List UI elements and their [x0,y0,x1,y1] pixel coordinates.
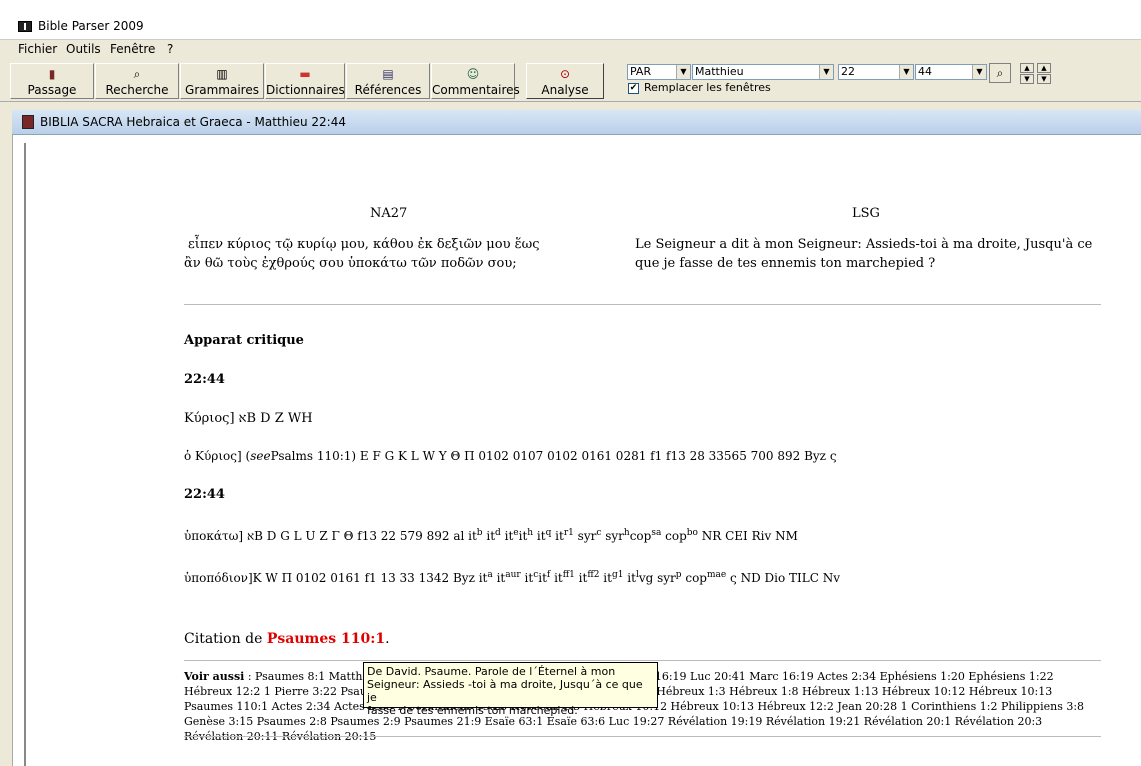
search-icon: ⌕ [133,67,141,81]
verse-select[interactable]: 44 ▼ [915,64,987,80]
references-icon: ▤ [382,67,394,81]
title-bar: Bible Parser 2009 [0,0,1141,40]
apparatus-line-2: ὁ Κύριος] (seePsalms 110:1) E F G K L W … [184,449,837,463]
divider [184,736,1101,737]
magnifier-icon: ⊙ [559,67,571,81]
next-up-button[interactable]: ▲ [1037,63,1051,73]
analyse-button[interactable]: ⊙ Analyse [526,63,604,99]
french-verse-line1: Le Seigneur a dit à mon Seigneur: Assied… [635,237,1093,252]
apparatus-ref-2: 22:44 [184,487,225,502]
commentator-icon: ☺ [466,67,480,81]
apparatus-line-4: ὑποπόδιον]K W Π 0102 0161 f1 13 33 1342 … [184,570,841,585]
menu-bar: Fichier Outils Fenêtre ? [0,40,1141,60]
replace-windows-label: Remplacer les fenêtres [644,81,771,94]
menu-help[interactable]: ? [167,42,173,56]
references-button[interactable]: ▤ Références [346,63,430,99]
chevron-down-icon: ▼ [676,65,690,79]
divider [184,660,1101,661]
menu-fenetre[interactable]: Fenêtre [110,42,155,56]
dictionnaires-button[interactable]: ▬ Dictionnaires [265,63,345,99]
version-select[interactable]: PAR ▼ [627,64,691,80]
tooltip: De David. Psaume. Parole de l´Éternel à … [363,662,658,717]
prev-down-button[interactable]: ▼ [1020,74,1034,84]
apparatus-ref-1: 22:44 [184,372,225,387]
apparatus-line-3: ὑποκάτω] אB D G L U Z Γ Θ f13 22 579 892… [184,528,798,543]
menu-fichier[interactable]: Fichier [18,42,57,56]
citation-link[interactable]: Psaumes 110:1 [267,631,385,647]
greek-verse-line2: ἂν θῶ τοὺς ἐχθρούς σου ὑποκάτω τῶν ποδῶν… [184,256,517,271]
chapter-select[interactable]: 22 ▼ [838,64,914,80]
window-title: Bible Parser 2009 [38,19,144,33]
book-icon: ▮ [48,67,56,81]
toolbar: ▮ Passage ⌕ Recherche ▥ Grammaires ▬ Dic… [0,60,1141,102]
child-window-title: BIBLIA SACRA Hebraica et Graeca - Matthi… [40,115,346,129]
books-icon: ▥ [216,67,228,81]
prev-up-button[interactable]: ▲ [1020,63,1034,73]
app-icon [18,21,32,32]
lsg-heading: LSG [852,206,880,221]
dictionary-icon: ▬ [299,67,311,81]
go-search-button[interactable]: ⌕ [989,63,1011,83]
grammaires-button[interactable]: ▥ Grammaires [180,63,264,99]
recherche-button[interactable]: ⌕ Recherche [95,63,179,99]
french-verse-line2: que je fasse de tes ennemis ton marchepi… [635,256,936,271]
next-down-button[interactable]: ▼ [1037,74,1051,84]
menu-outils[interactable]: Outils [66,42,101,56]
inner-border [24,143,26,766]
child-window-title-bar: BIBLIA SACRA Hebraica et Graeca - Matthi… [12,110,1141,135]
bible-icon [22,115,34,129]
replace-windows-checkbox[interactable]: ✔ [628,83,639,94]
chevron-down-icon: ▼ [899,65,913,79]
search-icon: ⌕ [996,66,1004,80]
passage-button[interactable]: ▮ Passage [10,63,94,99]
chevron-down-icon: ▼ [819,65,833,79]
na27-heading: NA27 [370,206,408,221]
greek-verse-line1: εἶπεν κύριος τῷ κυρίῳ μου, κάθου ἐκ δεξι… [188,237,540,252]
apparatus-line-1: Κύριος] אB D Z WH [184,411,313,426]
book-select[interactable]: Matthieu ▼ [692,64,834,80]
commentaires-button[interactable]: ☺ Commentaires [431,63,520,99]
apparatus-title: Apparat critique [184,333,304,348]
citation-line: Citation de Psaumes 110:1. [184,631,390,647]
chevron-down-icon: ▼ [972,65,986,79]
divider [184,304,1101,305]
